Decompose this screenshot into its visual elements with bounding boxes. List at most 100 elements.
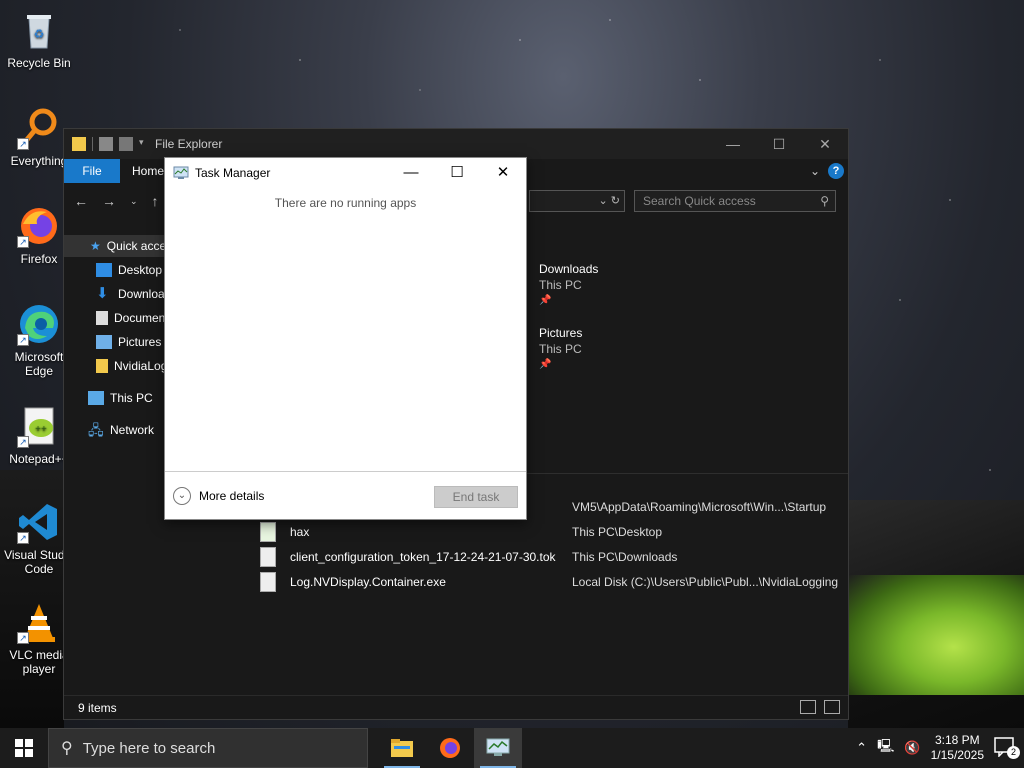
desktop-icon-recycle-bin[interactable]: ♻ Recycle Bin — [4, 8, 74, 70]
notepadpp-icon: ++ ↗ — [17, 404, 61, 448]
refresh-icon[interactable]: ↻ — [611, 195, 620, 207]
window-title: Task Manager — [195, 166, 271, 180]
frequent-folder-downloads[interactable]: Downloads This PC 📌 — [539, 261, 598, 309]
firefox-icon: ↗ — [17, 204, 61, 248]
recent-file-name: hax — [290, 525, 310, 539]
network-icon[interactable]: 🖳 — [877, 737, 894, 759]
clock-time: 3:18 PM — [934, 733, 980, 747]
tile-location: This PC — [539, 342, 582, 356]
recent-file-path: This PC\Downloads — [572, 550, 678, 564]
large-icons-view-icon[interactable] — [824, 700, 840, 714]
divider — [92, 137, 93, 151]
taskbar: ⚲ Type here to search ⌃ 🖳 🔇 3:18 PM 1/15… — [0, 728, 1024, 768]
nav-item-pictures[interactable]: Pictures — [96, 331, 161, 353]
more-details-link[interactable]: More details — [199, 489, 264, 503]
forward-arrow-icon[interactable]: → — [102, 193, 116, 209]
taskbar-task-manager[interactable] — [474, 728, 522, 768]
close-button[interactable]: ✕ — [802, 136, 848, 153]
close-button[interactable]: ✕ — [480, 158, 526, 188]
star-icon: ★ — [90, 239, 101, 253]
nav-item-network[interactable]: 🖧 Network — [88, 419, 154, 441]
document-icon — [96, 311, 108, 325]
show-hidden-icons-chevron-up-icon[interactable]: ⌃ — [856, 740, 867, 756]
nav-item-this-pc[interactable]: This PC — [88, 387, 153, 409]
system-tray: ⌃ 🖳 🔇 3:18 PM 1/15/2025 2 — [856, 733, 1024, 763]
folder-icon — [72, 137, 86, 151]
recent-file-row[interactable]: client_configuration_token_17-12-24-21-0… — [260, 545, 677, 569]
tile-location: This PC — [539, 278, 582, 292]
recent-locations-chevron-icon[interactable]: ⌄ — [130, 196, 138, 207]
maximize-button[interactable]: ☐ — [434, 158, 480, 188]
windows-logo-icon — [15, 739, 33, 757]
task-manager-titlebar[interactable]: Task Manager — ☐ ✕ — [165, 158, 526, 188]
tab-file[interactable]: File — [64, 159, 120, 183]
svg-text:♻: ♻ — [34, 27, 45, 41]
script-file-icon — [260, 522, 276, 542]
chevron-down-icon[interactable]: ⌄ — [173, 486, 191, 505]
everything-search-icon: ↗ — [17, 106, 61, 150]
address-bar[interactable]: ⌄ ↻ — [529, 190, 625, 212]
clock[interactable]: 3:18 PM 1/15/2025 — [931, 733, 984, 763]
nav-item-label: Desktop — [118, 263, 163, 277]
taskbar-search-box[interactable]: ⚲ Type here to search — [48, 728, 368, 768]
task-manager-icon — [173, 166, 189, 179]
pictures-icon — [96, 335, 112, 349]
nav-item-desktop[interactable]: Desktop — [96, 259, 162, 281]
nav-item-label: This PC — [110, 391, 153, 405]
address-dropdown-icon[interactable]: ⌄ — [599, 195, 608, 207]
shortcut-arrow-icon: ↗ — [17, 532, 29, 544]
search-placeholder: Search Quick access — [643, 194, 756, 208]
up-arrow-icon[interactable]: ↑ — [152, 193, 159, 209]
recycle-bin-icon: ♻ — [17, 8, 61, 52]
search-input[interactable]: Search Quick access ⚲ — [634, 190, 836, 212]
frequent-folder-pictures[interactable]: Pictures This PC 📌 — [539, 325, 582, 373]
tile-name: Pictures — [539, 326, 583, 340]
maximize-button[interactable]: ☐ — [756, 136, 802, 153]
notification-center-button[interactable]: 2 — [994, 737, 1020, 759]
window-title: File Explorer — [155, 137, 223, 151]
task-manager-footer: ⌄ More details End task — [165, 471, 526, 519]
new-folder-icon[interactable] — [119, 137, 133, 151]
expand-ribbon-icon[interactable]: ⌄ — [810, 164, 820, 178]
recent-file-name: client_configuration_token_17-12-24-21-0… — [290, 550, 556, 564]
customize-toolbar-icon[interactable]: ▾ — [139, 137, 147, 151]
recent-file-row[interactable]: hax This PC\Desktop — [260, 520, 662, 544]
file-icon — [260, 547, 276, 567]
minimize-button[interactable]: — — [710, 136, 756, 153]
volume-muted-icon[interactable]: 🔇 — [904, 740, 920, 756]
shortcut-arrow-icon: ↗ — [17, 436, 29, 448]
back-arrow-icon[interactable]: ← — [74, 193, 88, 209]
help-icon[interactable]: ? — [828, 163, 844, 179]
taskbar-file-explorer[interactable] — [378, 728, 426, 768]
recent-file-row[interactable]: Log.NVDisplay.Container.exe Local Disk (… — [260, 570, 838, 594]
tile-name: Downloads — [539, 262, 599, 276]
shortcut-arrow-icon: ↗ — [17, 138, 29, 150]
network-icon: 🖧 — [88, 422, 104, 438]
file-explorer-icon — [391, 739, 413, 757]
explorer-titlebar[interactable]: ▾ File Explorer — ☐ ✕ — [64, 129, 848, 159]
download-arrow-icon: ⬇ — [96, 285, 109, 302]
recent-file-path: Local Disk (C:)\Users\Public\Publ...\Nvi… — [572, 575, 839, 589]
properties-icon[interactable] — [99, 137, 113, 151]
task-manager-window[interactable]: Task Manager — ☐ ✕ There are no running … — [164, 157, 527, 520]
details-view-icon[interactable] — [800, 700, 816, 714]
minimize-button[interactable]: — — [388, 158, 434, 188]
end-task-button[interactable]: End task — [434, 486, 518, 508]
search-placeholder: Type here to search — [82, 739, 216, 757]
empty-apps-message: There are no running apps — [274, 196, 417, 210]
file-icon — [260, 572, 276, 592]
nav-item-documents[interactable]: Documents — [96, 307, 175, 329]
desktop-folder-icon — [96, 263, 112, 277]
notification-count-badge: 2 — [1007, 746, 1020, 759]
pin-icon: 📌 — [539, 359, 552, 370]
svg-text:++: ++ — [35, 424, 47, 435]
clock-date: 1/15/2025 — [930, 748, 984, 762]
recent-file-name: Log.NVDisplay.Container.exe — [290, 575, 446, 589]
recent-file-path: This PC\Desktop — [572, 525, 663, 539]
start-button[interactable] — [0, 728, 48, 768]
taskbar-firefox[interactable] — [426, 728, 474, 768]
status-bar: 9 items — [64, 695, 848, 719]
computer-icon — [88, 391, 104, 405]
wallpaper-tent — [848, 575, 1024, 695]
desktop-icon-label: Recycle Bin — [7, 56, 71, 70]
